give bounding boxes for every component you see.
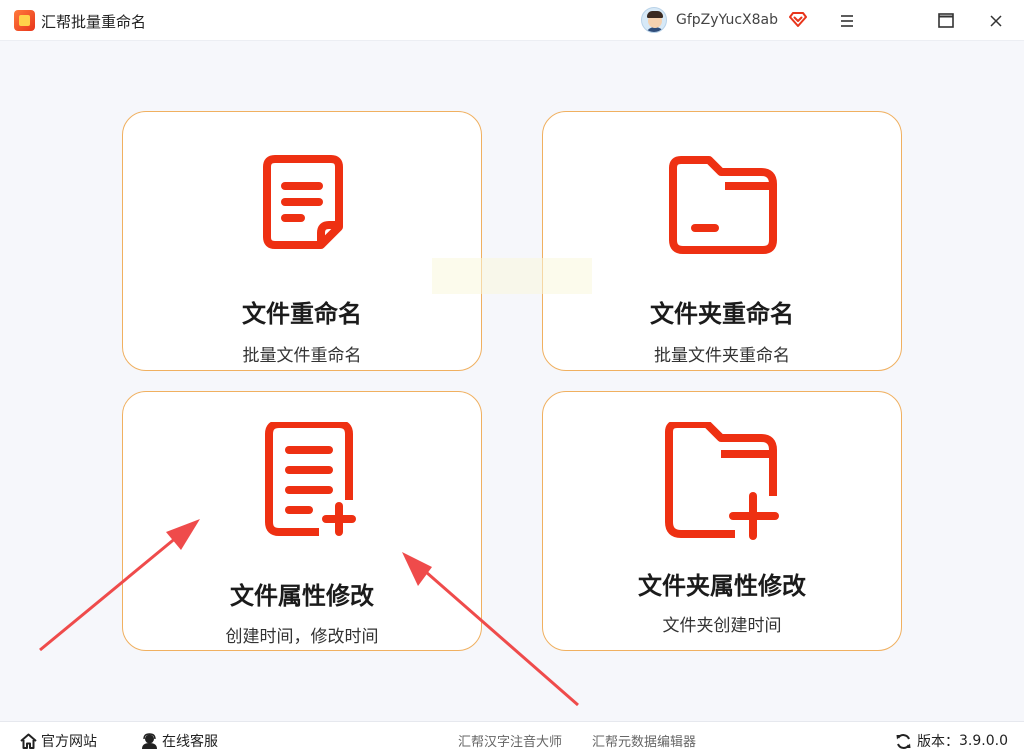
folder-rename-card[interactable]: 文件夹重命名 批量文件夹重命名 (542, 111, 902, 371)
maximize-button[interactable] (933, 8, 959, 34)
folder-icon (669, 156, 777, 254)
vip-diamond-icon[interactable] (789, 10, 807, 28)
card-title: 文件夹重命名 (650, 300, 794, 328)
folder-attribute-card[interactable]: 文件夹属性修改 文件夹创建时间 (542, 391, 902, 651)
official-site-link[interactable]: 官方网站 (20, 731, 97, 751)
card-subtitle: 批量文件重命名 (242, 346, 362, 366)
version-number: 3.9.0.0 (959, 733, 1008, 749)
card-subtitle: 创建时间，修改时间 (225, 627, 379, 647)
home-icon (20, 733, 37, 749)
title-bar: 汇帮批量重命名 GfpZyYucX8ab (0, 0, 1024, 41)
watermark (432, 258, 592, 294)
customer-service-icon (142, 733, 157, 749)
refresh-icon (896, 733, 911, 749)
online-service-link[interactable]: 在线客服 (141, 731, 218, 751)
card-title: 文件重命名 (242, 300, 362, 328)
folder-add-icon (665, 422, 779, 540)
online-service-label: 在线客服 (162, 734, 218, 750)
card-subtitle: 批量文件夹重命名 (654, 346, 790, 366)
file-attribute-card[interactable]: 文件属性修改 创建时间，修改时间 (122, 391, 482, 651)
menu-button[interactable] (834, 8, 860, 34)
file-rename-card[interactable]: 文件重命名 批量文件重命名 (122, 111, 482, 371)
user-avatar[interactable] (641, 7, 667, 33)
footer-bar: 官方网站 在线客服 汇帮汉字注音大师 汇帮元数据编辑器 版本： 3.9.0.0 (0, 721, 1024, 755)
document-icon (263, 155, 343, 249)
metadata-editor-link[interactable]: 汇帮元数据编辑器 (592, 731, 696, 750)
card-title: 文件夹属性修改 (638, 572, 806, 600)
username[interactable]: GfpZyYucX8ab (676, 12, 778, 28)
version-info[interactable]: 版本： 3.9.0.0 (895, 731, 1008, 751)
official-site-label: 官方网站 (41, 734, 97, 750)
close-button[interactable] (983, 8, 1009, 34)
app-logo-icon (14, 10, 35, 31)
version-label: 版本： (917, 734, 959, 750)
card-title: 文件属性修改 (230, 582, 374, 610)
card-subtitle: 文件夹创建时间 (662, 616, 782, 636)
pinyin-tool-link[interactable]: 汇帮汉字注音大师 (458, 731, 562, 750)
document-add-icon (265, 422, 356, 536)
app-title: 汇帮批量重命名 (41, 13, 147, 31)
